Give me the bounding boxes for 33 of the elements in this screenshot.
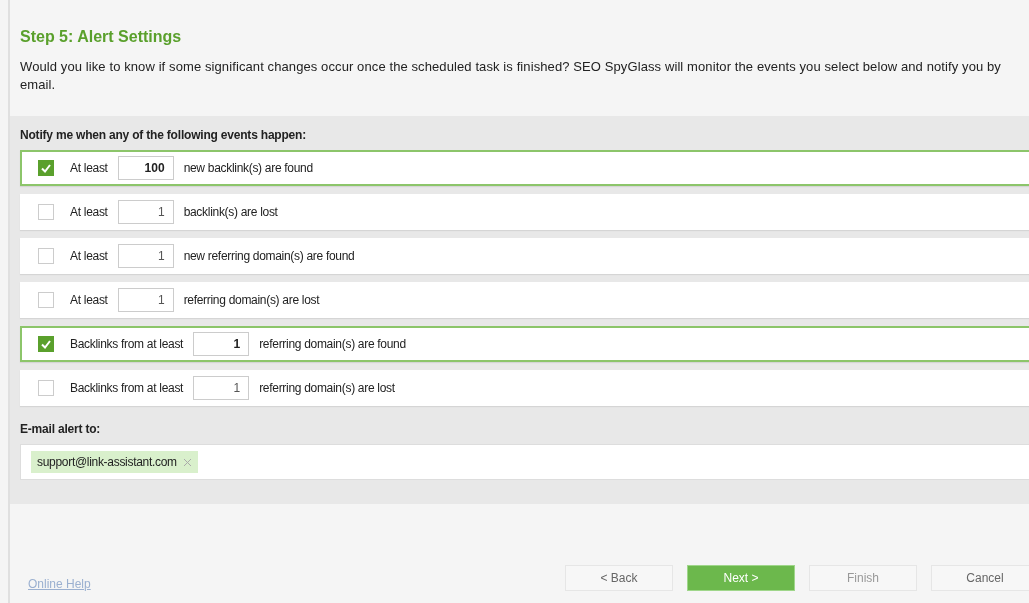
email-field[interactable]: support@link-assistant.com <box>20 444 1029 480</box>
count-field[interactable]: 1 <box>117 288 174 312</box>
email-tag: support@link-assistant.com <box>31 451 198 473</box>
count-field[interactable]: 1 <box>193 332 250 356</box>
event-label: referring domain(s) are lost <box>183 293 320 307</box>
event-label: At least <box>70 293 108 307</box>
event-label: Backlinks from at least <box>70 381 184 395</box>
event-label: At least <box>70 249 108 263</box>
event-label: new referring domain(s) are found <box>183 249 355 263</box>
count-field[interactable]: 1 <box>193 376 250 400</box>
checkbox[interactable] <box>38 204 54 220</box>
checkbox[interactable] <box>38 248 54 264</box>
event-label: backlink(s) are lost <box>183 205 278 219</box>
event-label: At least <box>70 161 108 175</box>
event-label: At least <box>70 205 108 219</box>
checkbox[interactable] <box>38 160 54 176</box>
step-title: Step 5: Alert Settings <box>20 28 183 46</box>
count-field[interactable]: 100 <box>117 156 174 180</box>
checkbox[interactable] <box>38 292 54 308</box>
event-label: referring domain(s) are lost <box>259 381 395 395</box>
event-label: Backlinks from at least <box>70 337 184 351</box>
wizard-button[interactable]: Cancel <box>931 565 1029 591</box>
event-label: new backlink(s) are found <box>183 161 313 175</box>
events-heading: Notify me when any of the following events happen: <box>20 128 308 142</box>
checkbox[interactable] <box>38 380 54 396</box>
count-field[interactable]: 1 <box>117 200 174 224</box>
description-text: Would you like to know if some significant changes occur once the scheduled task is finished? SEO SpyGlass will monitor the events you select below and notify you by email. <box>20 58 1002 94</box>
count-field[interactable]: 1 <box>117 244 174 268</box>
close-icon[interactable] <box>182 457 192 467</box>
checkbox[interactable] <box>38 336 54 352</box>
email-heading: E-mail alert to: <box>20 422 102 436</box>
wizard-button[interactable]: < Back <box>565 565 673 591</box>
event-label: referring domain(s) are found <box>259 337 406 351</box>
